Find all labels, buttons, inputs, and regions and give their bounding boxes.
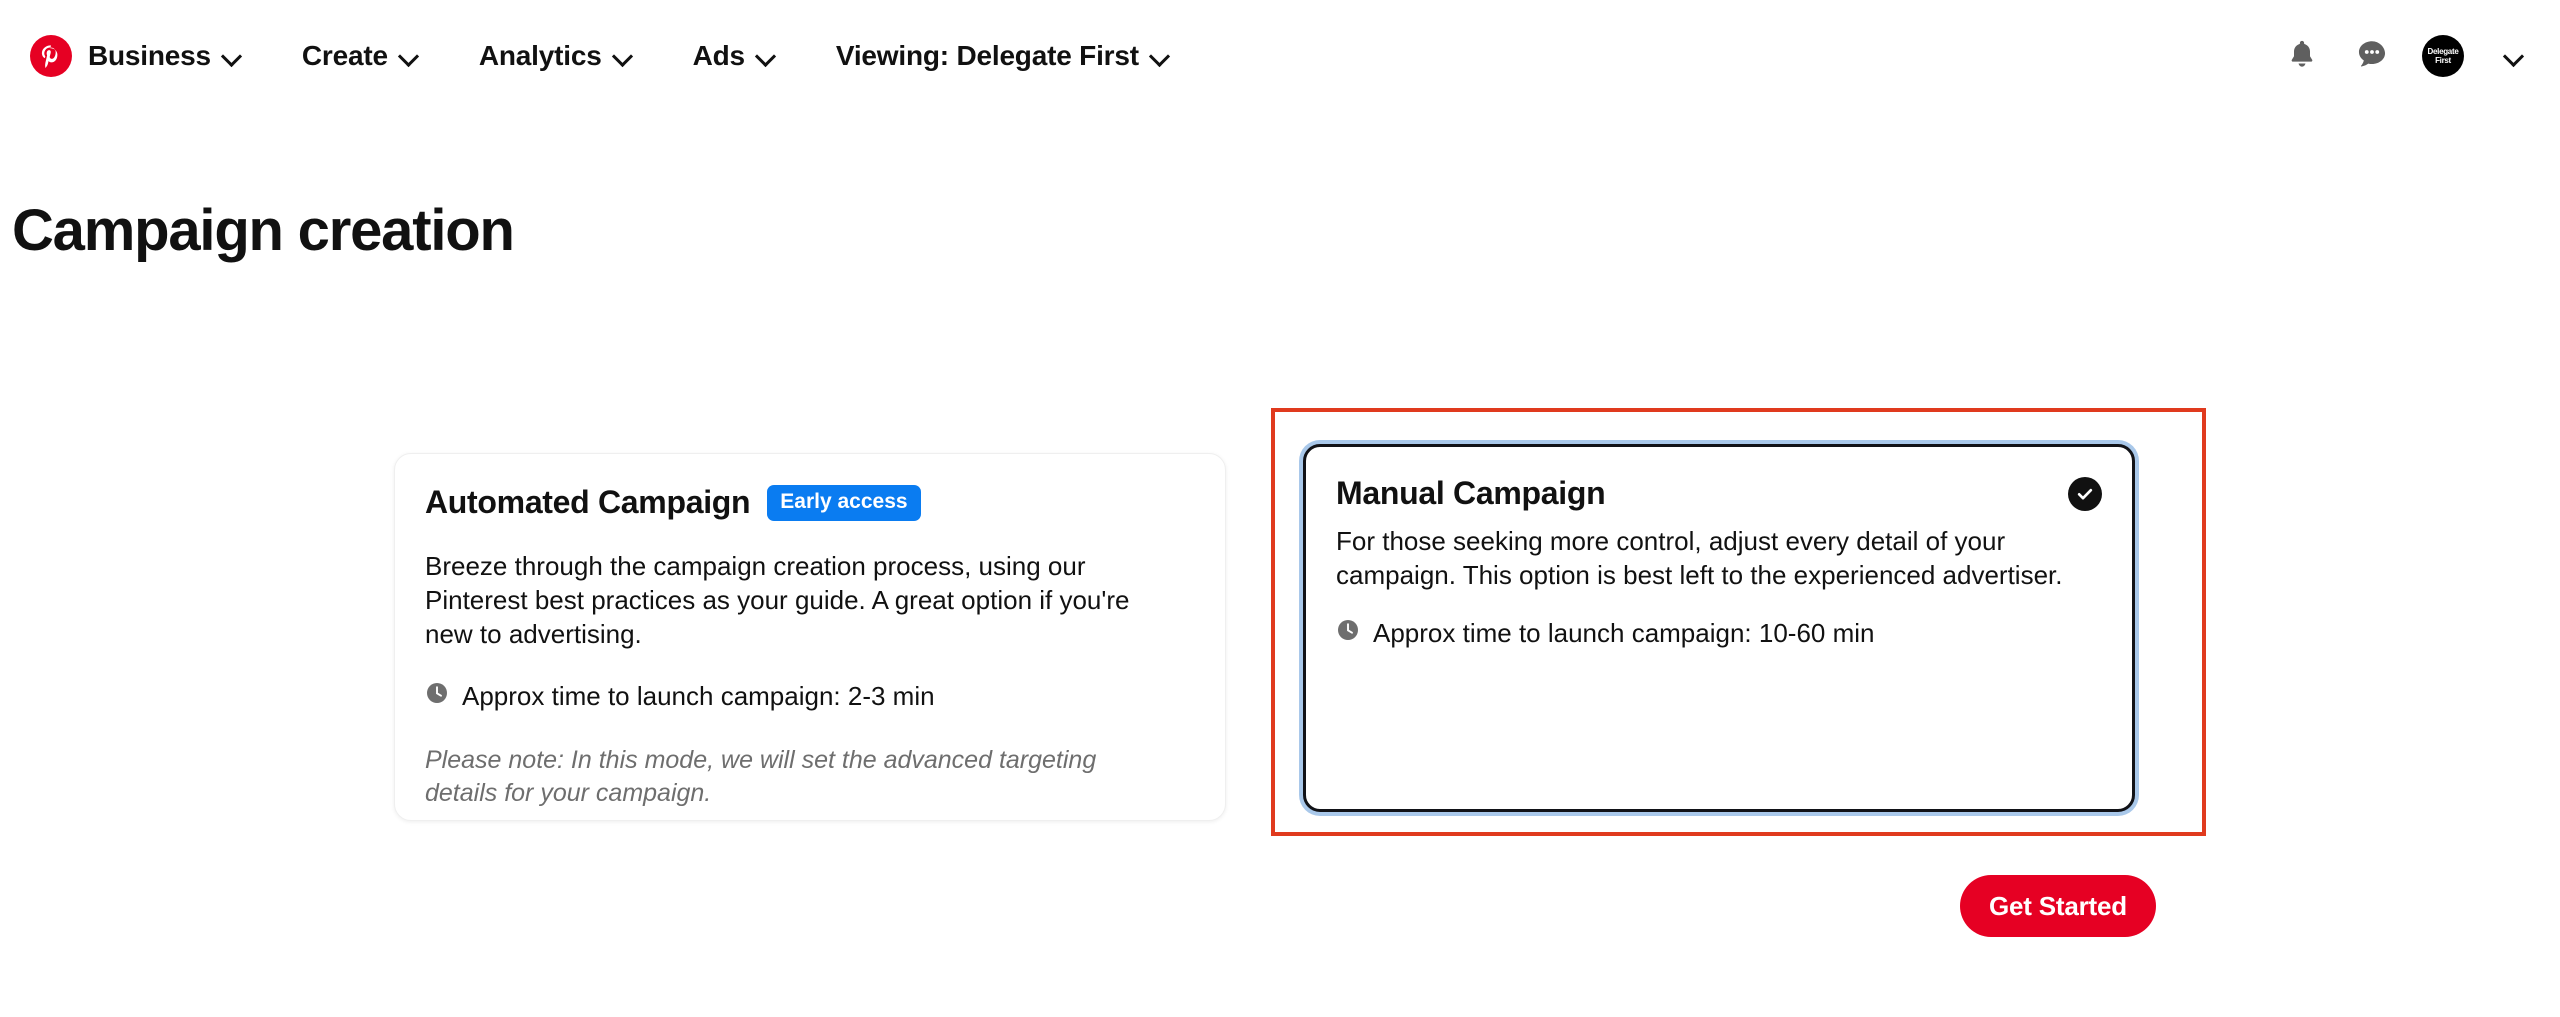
nav-item-ads[interactable]: Ads — [693, 40, 776, 72]
header-right-group: Delegate First — [2282, 0, 2534, 112]
automated-campaign-time-row: Approx time to launch campaign: 2-3 min — [425, 681, 1195, 712]
manual-campaign-title-row: Manual Campaign — [1336, 475, 2102, 512]
notifications-button[interactable] — [2282, 36, 2322, 76]
chevron-down-icon — [222, 46, 242, 66]
get-started-button[interactable]: Get Started — [1960, 875, 2156, 937]
viewing-account-label: Viewing: Delegate First — [835, 40, 1139, 71]
chevron-down-icon — [2504, 46, 2524, 66]
account-menu-button[interactable] — [2494, 36, 2534, 76]
clock-icon — [1336, 618, 1360, 649]
automated-campaign-description: Breeze through the campaign creation pro… — [425, 551, 1130, 649]
automated-campaign-card[interactable]: Automated Campaign Early access Breeze t… — [394, 453, 1226, 821]
nav-item-business[interactable]: Business — [88, 40, 242, 72]
check-circle-icon — [2068, 477, 2102, 511]
pinterest-logo-icon[interactable] — [30, 35, 72, 77]
chevron-down-icon — [756, 46, 776, 66]
automated-campaign-title-row: Automated Campaign Early access — [425, 484, 1195, 521]
nav-item-create[interactable]: Create — [302, 40, 419, 72]
nav-item-create-label: Create — [301, 40, 388, 71]
messages-button[interactable] — [2352, 36, 2392, 76]
early-access-badge: Early access — [767, 484, 921, 521]
automated-campaign-time-label: Approx time to launch campaign: 2-3 min — [462, 681, 935, 711]
nav-item-analytics-label: Analytics — [478, 40, 602, 71]
manual-campaign-time-label: Approx time to launch campaign: 10-60 mi… — [1373, 618, 1875, 648]
manual-campaign-title: Manual Campaign — [1336, 475, 1606, 511]
header-left-group: Business Create Analytics Ads Viewing: D… — [0, 35, 1230, 77]
top-navigation-bar: Business Create Analytics Ads Viewing: D… — [0, 0, 2560, 112]
chevron-down-icon — [613, 46, 633, 66]
chevron-down-icon — [1150, 46, 1170, 66]
chevron-down-icon — [399, 46, 419, 66]
nav-item-business-label: Business — [88, 40, 211, 71]
page-title: Campaign creation — [12, 197, 515, 263]
nav-item-ads-label: Ads — [692, 40, 745, 71]
clock-icon — [425, 681, 449, 712]
avatar-line-1: Delegate — [2427, 47, 2459, 56]
nav-item-analytics[interactable]: Analytics — [479, 40, 633, 72]
bell-icon — [2286, 38, 2318, 75]
automated-campaign-title: Automated Campaign — [425, 484, 751, 520]
automated-campaign-note: Please note: In this mode, we will set t… — [425, 746, 1097, 807]
chat-bubble-icon — [2355, 37, 2389, 76]
manual-campaign-card[interactable]: Manual Campaign For those seeking more c… — [1303, 444, 2135, 812]
nav-item-viewing-account-switcher[interactable]: Viewing: Delegate First — [836, 40, 1170, 72]
manual-campaign-time-row: Approx time to launch campaign: 10-60 mi… — [1336, 618, 2102, 649]
manual-campaign-description: For those seeking more control, adjust e… — [1336, 526, 2063, 590]
avatar-line-2: First — [2435, 56, 2451, 65]
avatar[interactable]: Delegate First — [2422, 35, 2464, 77]
